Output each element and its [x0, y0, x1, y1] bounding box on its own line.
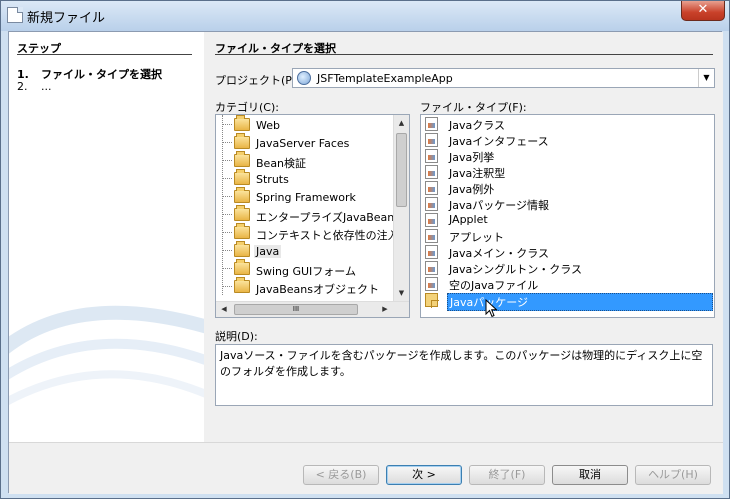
list-item[interactable]: JApplet — [421, 212, 713, 228]
main-panel: ファイル・タイプを選択 プロジェクト(P): JSFTemplateExampl… — [204, 32, 723, 442]
folder-icon — [234, 151, 250, 167]
step-1-label: ファイル・タイプを選択 — [41, 68, 162, 81]
list-item[interactable]: Javaパッケージ情報 — [421, 196, 713, 212]
scroll-right-icon[interactable]: ▶ — [377, 302, 393, 317]
globe-icon — [297, 71, 311, 85]
tree-item-spring[interactable]: Spring Framework — [216, 187, 394, 206]
tree-item-java[interactable]: Java — [216, 241, 394, 260]
japplet-icon — [425, 213, 438, 227]
list-item[interactable]: Java例外 — [421, 180, 713, 196]
scroll-up-icon[interactable]: ▲ — [394, 115, 409, 131]
folder-icon — [234, 259, 250, 275]
java-annotation-icon — [425, 165, 438, 179]
folder-icon — [234, 133, 250, 149]
tree-item-bean-validation[interactable]: Bean検証 — [216, 151, 394, 170]
scroll-thumb-horizontal[interactable]: III — [234, 304, 358, 315]
java-enum-icon — [425, 149, 438, 163]
scroll-left-icon[interactable]: ◀ — [216, 302, 232, 317]
tree-item-web[interactable]: Web — [216, 115, 394, 134]
folder-icon — [234, 241, 250, 257]
java-exception-icon — [425, 181, 438, 195]
folder-icon — [234, 169, 250, 185]
button-bar: < 戻る(B) 次 > 終了(F) 取消 ヘルプ(H) — [9, 442, 723, 494]
steps-divider — [17, 54, 192, 55]
chevron-down-icon[interactable]: ▼ — [698, 69, 714, 87]
decorative-swoosh — [9, 305, 204, 406]
title-bar[interactable]: 新規ファイル ✕ — [1, 1, 729, 31]
new-file-icon — [7, 7, 23, 23]
back-button[interactable]: < 戻る(B) — [303, 465, 379, 485]
scroll-thumb[interactable] — [396, 133, 407, 207]
list-item[interactable]: アプレット — [421, 228, 713, 244]
tree-item-swing-gui[interactable]: Swing GUIフォーム — [216, 259, 394, 278]
folder-icon — [234, 277, 250, 293]
folder-icon — [234, 115, 250, 131]
java-interface-icon — [425, 133, 438, 147]
folder-icon — [234, 223, 250, 239]
filetype-label: ファイル・タイプ(F): — [420, 101, 527, 114]
tree-item-cdi[interactable]: コンテキストと依存性の注入 — [216, 223, 399, 242]
mouse-cursor-icon — [485, 299, 498, 318]
window-title: 新規ファイル — [27, 11, 106, 26]
help-button[interactable]: ヘルプ(H) — [635, 465, 711, 485]
next-button[interactable]: 次 > — [386, 465, 462, 485]
close-button[interactable]: ✕ — [681, 1, 725, 21]
list-item[interactable]: Javaインタフェース — [421, 132, 713, 148]
list-item[interactable]: Javaシングルトン・クラス — [421, 260, 713, 276]
tree-item-jsf[interactable]: JavaServer Faces — [216, 133, 394, 152]
java-class-icon — [425, 117, 438, 131]
project-label: プロジェクト(P): — [215, 74, 300, 87]
list-item[interactable]: Javaクラス — [421, 116, 713, 132]
folder-icon — [234, 205, 250, 221]
list-item[interactable]: Java列挙 — [421, 148, 713, 164]
finish-button[interactable]: 終了(F) — [469, 465, 545, 485]
java-main-class-icon — [425, 245, 438, 259]
cancel-button[interactable]: 取消 — [552, 465, 628, 485]
step-2-label: ... — [41, 80, 52, 93]
header-divider — [215, 54, 713, 55]
file-type-list[interactable]: Javaクラス Javaインタフェース Java列挙 Java注釈型 Java例… — [420, 114, 715, 318]
category-horizontal-scrollbar[interactable]: ◀ III ▶ — [216, 301, 409, 317]
empty-java-file-icon — [425, 277, 438, 291]
dialog-content: ステップ 1. ファイル・タイプを選択 2.... ファイル・タイプを選択 プロジ… — [8, 31, 723, 494]
java-package-info-icon — [425, 197, 438, 211]
category-vertical-scrollbar[interactable]: ▲ ▼ — [393, 115, 409, 301]
description-label: 説明(D): — [215, 330, 258, 343]
steps-panel: ステップ 1. ファイル・タイプを選択 2.... — [9, 32, 204, 442]
list-item-selected[interactable]: Javaパッケージ — [421, 292, 713, 311]
java-singleton-icon — [425, 261, 438, 275]
java-package-icon — [425, 293, 439, 308]
project-value: JSFTemplateExampleApp — [317, 72, 453, 85]
new-file-dialog: 新規ファイル ✕ ステップ 1. ファイル・タイプを選択 2.... ファイル・タ… — [0, 0, 730, 499]
step-2: 2.... — [17, 80, 52, 93]
list-item[interactable]: Java注釈型 — [421, 164, 713, 180]
project-select[interactable]: JSFTemplateExampleApp ▼ — [292, 68, 715, 88]
applet-icon — [425, 229, 438, 243]
tree-item-struts[interactable]: Struts — [216, 169, 394, 188]
category-label: カテゴリ(C): — [215, 101, 279, 114]
folder-icon — [234, 187, 250, 203]
scroll-down-icon[interactable]: ▼ — [394, 285, 409, 301]
tree-item-javabeans[interactable]: JavaBeansオブジェクト — [216, 277, 394, 296]
list-item[interactable]: 空のJavaファイル — [421, 276, 713, 292]
tree-item-ejb[interactable]: エンタープライズJavaBeans — [216, 205, 400, 224]
description-text: Javaソース・ファイルを含むパッケージを作成します。このパッケージは物理的にデ… — [215, 344, 713, 406]
category-tree[interactable]: Web JavaServer Faces Bean検証 Struts Sprin… — [215, 114, 410, 318]
list-item[interactable]: Javaメイン・クラス — [421, 244, 713, 260]
